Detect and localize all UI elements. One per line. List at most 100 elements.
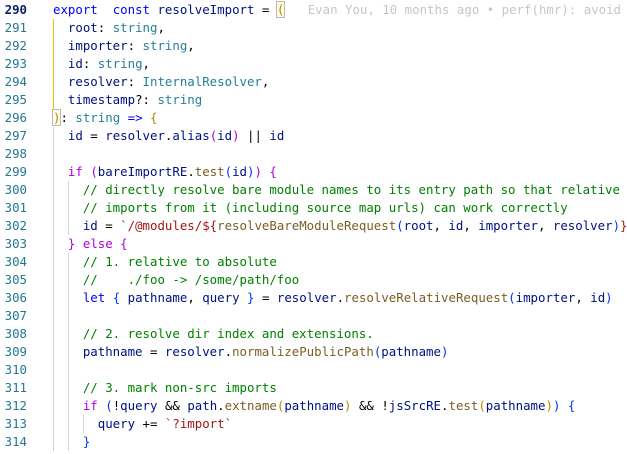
identifier-token: pathname <box>82 344 143 359</box>
string-token: }` <box>620 218 627 233</box>
code-line[interactable]: 314 } <box>0 433 627 451</box>
identifier-token: importer <box>67 38 128 53</box>
keyword-token: const <box>112 2 150 17</box>
code-content: id = resolver.alias(id) || id <box>53 127 284 145</box>
code-line[interactable]: 307 <box>0 307 627 325</box>
line-number: 308 <box>4 326 27 341</box>
code-content: } else { <box>53 235 128 253</box>
identifier-token: root <box>403 218 434 233</box>
control-keyword-token: else <box>82 236 113 251</box>
bracket-token: ) <box>605 290 613 305</box>
identifier-token: pathname <box>485 398 546 413</box>
line-number: 292 <box>4 38 27 53</box>
code-text: : <box>97 20 113 35</box>
identifier-token: id <box>448 218 464 233</box>
code-line[interactable]: 291 root: string, <box>0 19 627 37</box>
code-text: . <box>187 164 195 179</box>
code-content: importer: string, <box>53 37 195 55</box>
code-line[interactable]: 290 export const resolveImport = ( Evan Y… <box>0 1 627 19</box>
bracket-token: ) <box>440 344 449 359</box>
code-text: : <box>127 74 143 89</box>
code-line[interactable]: 305 // ./foo -> /some/path/foo <box>0 271 627 289</box>
bracket-token: ( <box>508 290 516 305</box>
code-text: || <box>239 128 270 143</box>
type-token: string <box>97 56 143 71</box>
line-number: 306 <box>4 290 27 305</box>
code-line[interactable]: 311 // 3. mark non-src imports <box>0 379 627 397</box>
code-text: , <box>157 20 165 35</box>
code-line[interactable]: 302 id = `/@modules/${resolveBareModuleR… <box>0 217 627 235</box>
line-number: 293 <box>4 56 27 71</box>
code-line[interactable]: 296): string => { <box>0 109 627 127</box>
code-line[interactable]: 295 timestamp?: string <box>0 91 627 109</box>
code-content: // 3. mark non-src imports <box>53 379 277 397</box>
bracket-token: ) <box>232 128 240 143</box>
code-text: , <box>537 218 553 233</box>
keyword-token: => <box>127 110 143 125</box>
code-content: resolver: InternalResolver, <box>53 73 269 91</box>
control-keyword-token: if <box>67 164 83 179</box>
string-token: `/@modules/${ <box>120 218 218 233</box>
bracket-token: ) <box>254 164 262 179</box>
code-text: , <box>433 218 449 233</box>
comment-token: // directly resolve bare module names to… <box>82 182 620 197</box>
code-text: = <box>142 344 165 359</box>
identifier-token: pathname <box>381 344 441 359</box>
line-number: 313 <box>4 416 27 431</box>
code-text: : <box>82 56 98 71</box>
code-line[interactable]: 309 pathname = resolver.normalizePublicP… <box>0 343 627 361</box>
comment-token: // ./foo -> /some/path/foo <box>82 272 300 287</box>
identifier-token: id <box>217 128 233 143</box>
code-line[interactable]: 308 // 2. resolve dir index and extensio… <box>0 325 627 343</box>
code-line[interactable]: 313 query += `?import` <box>0 415 627 433</box>
code-editor[interactable]: 290 export const resolveImport = ( Evan Y… <box>0 0 627 454</box>
code-line[interactable]: 303 } else { <box>0 235 627 253</box>
code-content: ): string => { <box>51 109 157 127</box>
code-line[interactable]: 293 id: string, <box>0 55 627 73</box>
code-line[interactable]: 298 <box>0 145 627 163</box>
git-blame-annotation[interactable]: Evan You, 10 months ago • perf(hmr): avo… <box>293 2 621 17</box>
identifier-token: resolver <box>552 218 613 233</box>
identifier-token: id <box>82 218 98 233</box>
code-line[interactable]: 312 if (!query && path.extname(pathname)… <box>0 397 627 415</box>
code-text: += <box>135 416 165 431</box>
identifier-token: resolver <box>105 128 165 143</box>
bracket-token: ( <box>396 218 404 233</box>
code-line[interactable]: 297 id = resolver.alias(id) || id <box>0 127 627 145</box>
line-number: 301 <box>4 200 27 215</box>
code-content: let { pathname, query } = resolver.resol… <box>53 289 613 307</box>
code-text: , <box>187 290 203 305</box>
identifier-token: resolver <box>67 74 128 89</box>
code-content: // imports from it (including source map… <box>53 199 568 217</box>
code-line[interactable]: 310 <box>0 361 627 379</box>
code-line[interactable]: 306 let { pathname, query } = resolver.r… <box>0 289 627 307</box>
code-text: . <box>217 398 225 413</box>
bracket-token: ) <box>612 218 621 233</box>
comment-token: // imports from it (including source map… <box>82 200 568 215</box>
line-number: 290 <box>4 2 27 17</box>
code-line[interactable]: 299 if (bareImportRE.test(id)) { <box>0 163 627 181</box>
bracket-token: { <box>567 398 576 413</box>
code-content: timestamp?: string <box>53 91 202 109</box>
code-line[interactable]: 292 importer: string, <box>0 37 627 55</box>
code-text: , <box>187 38 195 53</box>
bracket-token: { <box>120 236 128 251</box>
code-line[interactable]: 300 // directly resolve bare module name… <box>0 181 627 199</box>
code-content: id: string, <box>53 55 150 73</box>
code-line[interactable]: 294 resolver: InternalResolver, <box>0 73 627 91</box>
code-content: // 1. relative to absolute <box>53 253 277 271</box>
code-line[interactable]: 301 // imports from it (including source… <box>0 199 627 217</box>
code-line[interactable]: 304 // 1. relative to absolute <box>0 253 627 271</box>
code-text: , <box>261 74 270 89</box>
